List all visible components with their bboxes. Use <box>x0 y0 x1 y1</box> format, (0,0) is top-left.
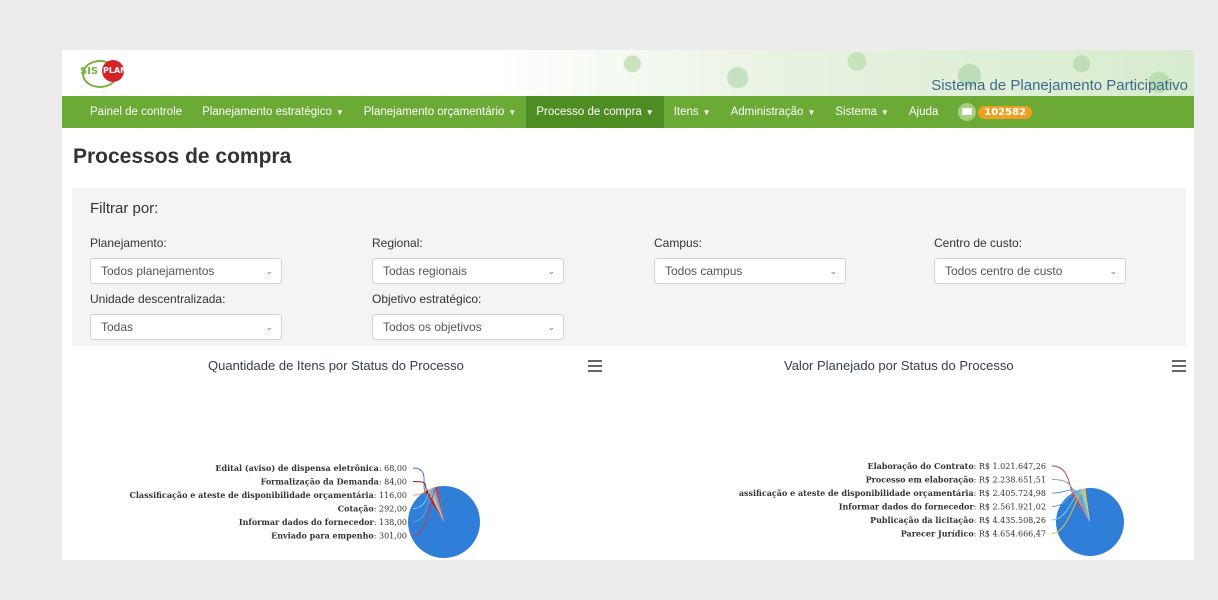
logo-text-plan: PLAN <box>103 66 127 75</box>
select-value: Todos centro de custo <box>945 264 1063 278</box>
nav-item-administracao[interactable]: Administração ▼ <box>721 96 826 128</box>
pie-data-label: Informar dados do fornecedor: 138,00 <box>239 517 407 527</box>
field-label: Centro de custo: <box>934 236 1023 250</box>
chevron-down-icon: ⌄ <box>265 321 273 332</box>
pie-data-label: Formalização da Demanda: 84,00 <box>261 477 407 487</box>
nav-label: Planejamento orçamentário <box>363 106 505 118</box>
pie-data-label: Edital (aviso) de dispensa eletrônica: 6… <box>215 463 407 473</box>
sisplan-logo[interactable]: SIS PLAN <box>76 54 146 92</box>
nav-item-ajuda[interactable]: Ajuda <box>899 96 948 128</box>
nav-label: Sistema <box>835 106 877 118</box>
field-label: Regional: <box>372 236 423 250</box>
filter-heading: Filtrar por: <box>90 200 159 217</box>
chevron-down-icon: ⌄ <box>829 265 837 276</box>
nav-label: Administração <box>730 106 804 118</box>
select-value: Todas <box>101 320 134 334</box>
nav-label: Itens <box>673 106 699 118</box>
chart-valor-planejado: Elaboração do Contrato: R$ 1.021.647,26 P… <box>628 350 1194 560</box>
pie-slice-main[interactable] <box>408 486 481 558</box>
site-header: SIS PLAN Sistema de Planejamento Partici… <box>62 50 1194 96</box>
nav-item-sistema[interactable]: Sistema ▼ <box>825 96 898 128</box>
nav-item-painel[interactable]: Painel de controle <box>80 96 192 128</box>
nav-item-planejamento-orcamentario[interactable]: Planejamento orçamentário ▼ <box>354 96 527 128</box>
filter-unidade-descentralizada: Unidade descentralizada: Todas ⌄ <box>90 292 282 340</box>
chart-title: Valor Planejado por Status do Processo <box>784 358 1014 373</box>
site-title: Sistema de Planejamento Participativo <box>931 77 1188 94</box>
hamburger-menu-icon[interactable] <box>588 360 602 372</box>
field-label: Objetivo estratégico: <box>372 292 482 306</box>
pie-data-label: assificação e ateste de disponibilidade … <box>739 488 1046 498</box>
nav-item-processo-de-compra[interactable]: Processo de compra ▼ <box>526 96 664 128</box>
pie-data-label: Publicação da licitação: R$ 4.435.508,26 <box>870 515 1046 525</box>
caret-down-icon: ▼ <box>508 108 517 117</box>
envelope-icon <box>958 103 977 121</box>
filter-planejamento: Planejamento: Todos planejamentos ⌄ <box>90 236 282 284</box>
select-value: Todos campus <box>665 264 743 278</box>
message-count-badge: 102582 <box>978 105 1033 119</box>
pie-data-label: Classificação e ateste de disponibilidad… <box>130 490 407 500</box>
pie-chart-svg: Elaboração do Contrato: R$ 1.021.647,26 P… <box>739 461 1124 556</box>
nav-label: Painel de controle <box>90 106 183 118</box>
field-label: Campus: <box>654 236 703 250</box>
pie-data-label: Processo em elaboração: R$ 2.238.651,51 <box>866 475 1046 485</box>
pie-data-label: Parecer Jurídico: R$ 4.654.666,47 <box>901 529 1046 539</box>
chevron-down-icon: ⌄ <box>547 321 555 332</box>
filter-objetivo-estrategico: Objetivo estratégico: Todos os objetivos… <box>372 292 564 340</box>
pie-data-label: Elaboração do Contrato: R$ 1.021.647,26 <box>867 461 1046 471</box>
caret-down-icon: ▼ <box>645 108 654 117</box>
unidade-select[interactable]: Todas ⌄ <box>90 314 282 340</box>
campus-select[interactable]: Todos campus ⌄ <box>654 258 846 284</box>
pie-data-label: Cotação: 292,00 <box>338 504 407 514</box>
page-title: Processos de compra <box>73 145 292 168</box>
filter-centro-de-custo: Centro de custo: Todos centro de custo ⌄ <box>934 236 1126 284</box>
hamburger-menu-icon[interactable] <box>1172 360 1186 372</box>
nav-label: Processo de compra <box>536 106 642 118</box>
select-value: Todas regionais <box>383 264 468 278</box>
objetivo-select[interactable]: Todos os objetivos ⌄ <box>372 314 564 340</box>
regional-select[interactable]: Todas regionais ⌄ <box>372 258 564 284</box>
caret-down-icon: ▼ <box>807 108 816 117</box>
field-label: Unidade descentralizada: <box>90 292 226 306</box>
pie-data-label: Informar dados do fornecedor: R$ 2.561.9… <box>839 502 1046 512</box>
centro-de-custo-select[interactable]: Todos centro de custo ⌄ <box>934 258 1126 284</box>
select-value: Todos os objetivos <box>383 320 482 334</box>
caret-down-icon: ▼ <box>880 108 889 117</box>
nav-label: Planejamento estratégico <box>202 106 332 118</box>
chevron-down-icon: ⌄ <box>547 265 555 276</box>
messages-button[interactable]: 102582 <box>958 103 1033 121</box>
nav-item-itens[interactable]: Itens ▼ <box>664 96 721 128</box>
nav-label: Ajuda <box>908 106 939 118</box>
caret-down-icon: ▼ <box>702 108 711 117</box>
filter-campus: Campus: Todos campus ⌄ <box>654 236 846 284</box>
main-nav: Painel de controle Planejamento estratég… <box>62 96 1194 128</box>
planejamento-select[interactable]: Todos planejamentos ⌄ <box>90 258 282 284</box>
nav-item-planejamento-estrategico[interactable]: Planejamento estratégico ▼ <box>192 96 354 128</box>
caret-down-icon: ▼ <box>335 108 344 117</box>
select-value: Todos planejamentos <box>101 264 215 278</box>
filter-panel: Filtrar por: Planejamento: Todos planeja… <box>72 188 1186 346</box>
chart-quantidade-itens: Edital (aviso) de dispensa eletrônica: 6… <box>62 350 622 560</box>
chevron-down-icon: ⌄ <box>265 265 273 276</box>
field-label: Planejamento: <box>90 236 167 250</box>
chevron-down-icon: ⌄ <box>1109 265 1117 276</box>
app-window: SIS PLAN Sistema de Planejamento Partici… <box>62 50 1194 560</box>
chart-title: Quantidade de Itens por Status do Proces… <box>208 358 464 373</box>
logo-text-sis: SIS <box>80 66 99 77</box>
pie-data-label: Enviado para empenho: 301,00 <box>271 531 407 541</box>
filter-regional: Regional: Todas regionais ⌄ <box>372 236 564 284</box>
pie-chart-svg: Edital (aviso) de dispensa eletrônica: 6… <box>130 463 481 558</box>
